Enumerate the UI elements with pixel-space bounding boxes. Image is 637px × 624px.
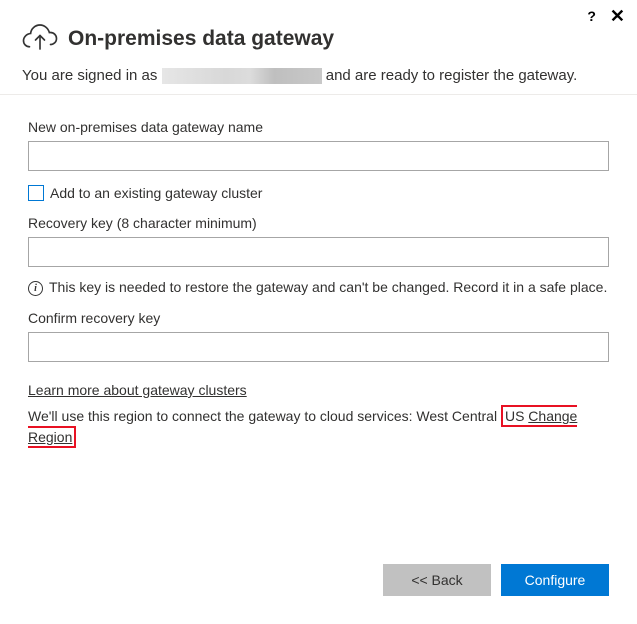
signed-in-status: You are signed in as and are ready to re… bbox=[0, 61, 637, 95]
recovery-key-label: Recovery key (8 character minimum) bbox=[28, 215, 609, 231]
signed-in-suffix: and are ready to register the gateway. bbox=[322, 67, 578, 84]
region-value: US bbox=[505, 408, 524, 424]
form-area: New on-premises data gateway name Add to… bbox=[0, 95, 637, 448]
redacted-username bbox=[162, 68, 322, 84]
recovery-key-info: This key is needed to restore the gatewa… bbox=[49, 279, 607, 295]
region-info: We'll use this region to connect the gat… bbox=[28, 406, 609, 448]
confirm-key-input[interactable] bbox=[28, 332, 609, 362]
button-row: << Back Configure bbox=[383, 564, 609, 596]
help-button[interactable]: ? bbox=[587, 8, 596, 24]
confirm-key-label: Confirm recovery key bbox=[28, 310, 609, 326]
signed-in-prefix: You are signed in as bbox=[22, 67, 162, 84]
page-title: On-premises data gateway bbox=[68, 27, 334, 51]
region-prefix: We'll use this region to connect the gat… bbox=[28, 408, 501, 424]
learn-more-link[interactable]: Learn more about gateway clusters bbox=[28, 382, 247, 398]
gateway-name-label: New on-premises data gateway name bbox=[28, 119, 609, 135]
configure-button[interactable]: Configure bbox=[501, 564, 609, 596]
recovery-key-input[interactable] bbox=[28, 237, 609, 267]
close-button[interactable]: ✕ bbox=[610, 9, 625, 23]
header: On-premises data gateway bbox=[0, 0, 637, 61]
cloud-upload-icon bbox=[22, 22, 58, 55]
add-cluster-label: Add to an existing gateway cluster bbox=[50, 185, 262, 201]
gateway-name-input[interactable] bbox=[28, 141, 609, 171]
info-icon: i bbox=[28, 281, 43, 296]
back-button[interactable]: << Back bbox=[383, 564, 491, 596]
add-cluster-checkbox[interactable] bbox=[28, 185, 44, 201]
